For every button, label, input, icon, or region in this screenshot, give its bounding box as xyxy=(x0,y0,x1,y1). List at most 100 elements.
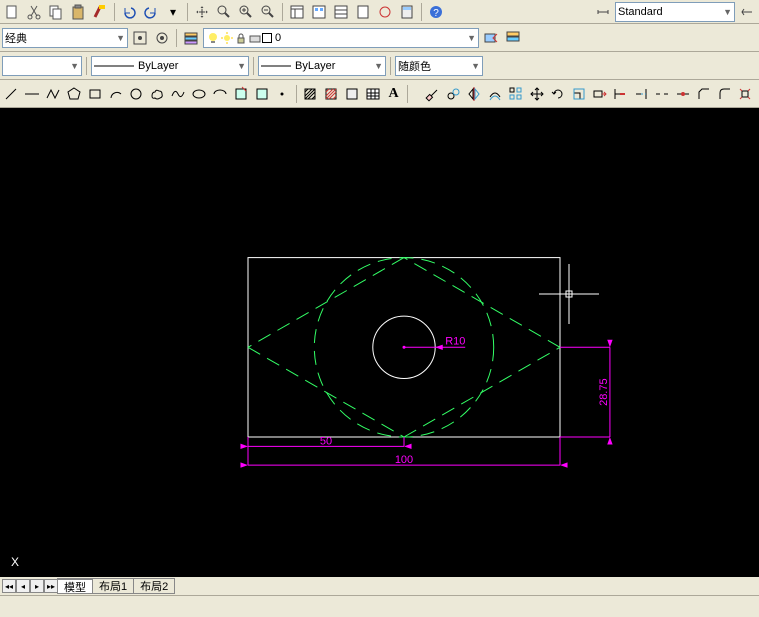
redo-icon[interactable] xyxy=(141,2,161,22)
svg-text:X: X xyxy=(11,555,19,569)
point-icon[interactable] xyxy=(273,84,292,104)
chevron-down-icon: ▼ xyxy=(116,33,125,43)
zoom-window-icon[interactable] xyxy=(236,2,256,22)
lineweight-dropdown[interactable]: ByLayer ▼ xyxy=(258,56,386,76)
plot-icon xyxy=(248,31,262,45)
circle-icon[interactable] xyxy=(127,84,146,104)
pline-icon[interactable] xyxy=(44,84,63,104)
plotstyle-dropdown[interactable]: 随颜色 ▼ xyxy=(395,56,483,76)
tab-model[interactable]: 模型 xyxy=(57,578,93,594)
cut-icon[interactable] xyxy=(24,2,44,22)
arc-icon[interactable] xyxy=(106,84,125,104)
table-icon[interactable] xyxy=(363,84,382,104)
region-icon[interactable] xyxy=(342,84,361,104)
zoom-realtime-icon[interactable] xyxy=(214,2,234,22)
workspace-value: 经典 xyxy=(5,30,27,46)
undo-icon[interactable] xyxy=(119,2,139,22)
copy-icon[interactable] xyxy=(46,2,66,22)
dim-style-icon[interactable] xyxy=(593,2,613,22)
sun-icon xyxy=(220,31,234,45)
extend-icon[interactable] xyxy=(632,84,651,104)
erase-icon[interactable] xyxy=(423,84,442,104)
line-icon[interactable] xyxy=(2,84,21,104)
chevron-down-icon: ▼ xyxy=(70,61,79,71)
calc-icon[interactable] xyxy=(397,2,417,22)
color-dropdown[interactable]: ▼ xyxy=(2,56,82,76)
offset-icon[interactable] xyxy=(486,84,505,104)
make-block-icon[interactable] xyxy=(252,84,271,104)
chamfer-icon[interactable] xyxy=(694,84,713,104)
mtext-icon[interactable]: A xyxy=(384,84,403,104)
chevron-down-icon: ▼ xyxy=(374,61,383,71)
dim-update-icon[interactable] xyxy=(737,2,757,22)
layer-previous-icon[interactable] xyxy=(481,28,501,48)
design-center-icon[interactable] xyxy=(309,2,329,22)
polygon-icon[interactable] xyxy=(65,84,84,104)
markup-icon[interactable] xyxy=(375,2,395,22)
chevron-down-icon: ▼ xyxy=(723,7,732,17)
spline-icon[interactable] xyxy=(169,84,188,104)
scale-icon[interactable] xyxy=(569,84,588,104)
dim-style-dropdown[interactable]: Standard ▼ xyxy=(615,2,735,22)
layers-toolbar: 经典 ▼ 0 ▼ xyxy=(0,24,759,52)
status-bar xyxy=(0,595,759,617)
tab-layout1[interactable]: 布局1 xyxy=(92,578,134,594)
rotate-icon[interactable] xyxy=(548,84,567,104)
tool-palette-icon[interactable] xyxy=(331,2,351,22)
layout-tabs: ◂◂ ◂ ▸ ▸▸ 模型 布局1 布局2 xyxy=(0,577,759,595)
sheet-set-icon[interactable] xyxy=(353,2,373,22)
workspace-gear-icon[interactable] xyxy=(152,28,172,48)
revcloud-icon[interactable] xyxy=(148,84,167,104)
paste-icon[interactable] xyxy=(68,2,88,22)
workspace-settings-icon[interactable] xyxy=(130,28,150,48)
plotstyle-value: 随颜色 xyxy=(398,58,431,74)
linetype-dropdown[interactable]: ByLayer ▼ xyxy=(91,56,249,76)
lineweight-preview-icon xyxy=(261,62,291,70)
svg-text:100: 100 xyxy=(395,454,413,466)
trim-icon[interactable] xyxy=(611,84,630,104)
mirror-icon[interactable] xyxy=(465,84,484,104)
linetype-preview-icon xyxy=(94,62,134,70)
workspace-dropdown[interactable]: 经典 ▼ xyxy=(2,28,128,48)
chevron-down-icon: ▼ xyxy=(471,61,480,71)
tab-next-icon[interactable]: ▸ xyxy=(30,579,44,593)
tab-layout2[interactable]: 布局2 xyxy=(133,578,175,594)
match-icon[interactable] xyxy=(90,2,110,22)
drawing-canvas[interactable]: R105010028.75X xyxy=(0,108,759,577)
explode-icon[interactable] xyxy=(736,84,755,104)
lock-icon xyxy=(234,31,248,45)
svg-text:50: 50 xyxy=(320,435,332,447)
rectangle-icon[interactable] xyxy=(85,84,104,104)
layer-color-swatch xyxy=(262,33,272,43)
copy-obj-icon[interactable] xyxy=(444,84,463,104)
ellipse-arc-icon[interactable] xyxy=(210,84,229,104)
pan-icon[interactable] xyxy=(192,2,212,22)
move-icon[interactable] xyxy=(528,84,547,104)
layer-manager-icon[interactable] xyxy=(181,28,201,48)
new-icon[interactable] xyxy=(2,2,22,22)
fillet-icon[interactable] xyxy=(715,84,734,104)
chevron-down-icon: ▼ xyxy=(237,61,246,71)
dropdown-arrow-icon[interactable]: ▾ xyxy=(163,2,183,22)
xline-icon[interactable] xyxy=(23,84,42,104)
properties-icon[interactable] xyxy=(287,2,307,22)
zoom-previous-icon[interactable] xyxy=(258,2,278,22)
insert-block-icon[interactable] xyxy=(231,84,250,104)
break-icon[interactable] xyxy=(653,84,672,104)
layer-states-icon[interactable] xyxy=(503,28,523,48)
tab-last-icon[interactable]: ▸▸ xyxy=(44,579,58,593)
stretch-icon[interactable] xyxy=(590,84,609,104)
linetype-value: ByLayer xyxy=(138,60,178,72)
layer-dropdown[interactable]: 0 ▼ xyxy=(203,28,479,48)
layer-name: 0 xyxy=(275,32,281,44)
lineweight-value: ByLayer xyxy=(295,60,335,72)
join-icon[interactable] xyxy=(673,84,692,104)
gradient-icon[interactable] xyxy=(322,84,341,104)
tab-prev-icon[interactable]: ◂ xyxy=(16,579,30,593)
tab-first-icon[interactable]: ◂◂ xyxy=(2,579,16,593)
ellipse-icon[interactable] xyxy=(190,84,209,104)
array-icon[interactable] xyxy=(507,84,526,104)
hatch-icon[interactable] xyxy=(301,84,320,104)
standard-toolbar: ▾ ? Standard ▼ xyxy=(0,0,759,24)
help-icon[interactable]: ? xyxy=(426,2,446,22)
